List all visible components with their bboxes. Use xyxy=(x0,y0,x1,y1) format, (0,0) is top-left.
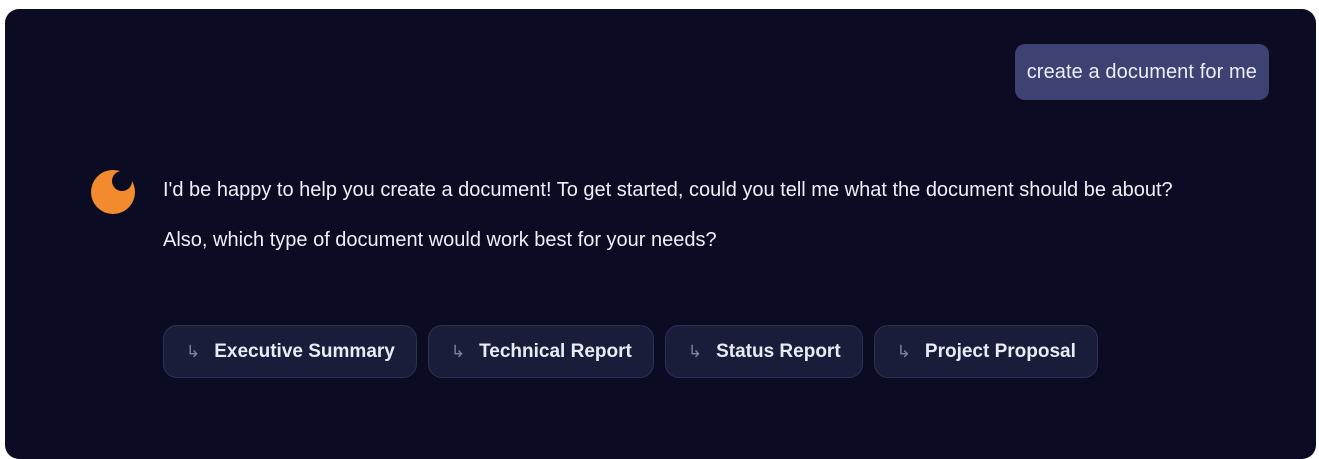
suggestion-label: Project Proposal xyxy=(924,340,1076,362)
suggestion-technical-report[interactable]: ↳ Technical Report xyxy=(427,325,654,378)
user-message-text: create a document for me xyxy=(1026,60,1257,83)
suggestion-label: Technical Report xyxy=(479,340,632,362)
suggestion-chips: ↳ Executive Summary ↳ Technical Report ↳… xyxy=(163,325,1098,378)
reply-arrow-icon: ↳ xyxy=(687,341,703,361)
suggestion-project-proposal[interactable]: ↳ Project Proposal xyxy=(873,325,1098,378)
chat-window: create a document for me I'd be happy to… xyxy=(5,9,1316,459)
reply-arrow-icon: ↳ xyxy=(186,341,201,361)
assistant-paragraph: Also, which type of document would work … xyxy=(163,229,717,251)
assistant-message: I'd be happy to help you create a docume… xyxy=(163,171,1273,260)
reply-arrow-icon: ↳ xyxy=(896,341,911,361)
user-message-bubble: create a document for me xyxy=(1014,44,1269,100)
assistant-paragraph: I'd be happy to help you create a docume… xyxy=(163,179,1173,201)
suggestion-label: Executive Summary xyxy=(214,340,395,362)
reply-arrow-icon: ↳ xyxy=(450,341,466,361)
suggestion-executive-summary[interactable]: ↳ Executive Summary xyxy=(163,325,417,378)
assistant-avatar xyxy=(89,168,137,216)
suggestion-status-report[interactable]: ↳ Status Report xyxy=(664,325,863,378)
crescent-moon-logo-icon xyxy=(91,170,135,214)
suggestion-label: Status Report xyxy=(716,340,841,362)
